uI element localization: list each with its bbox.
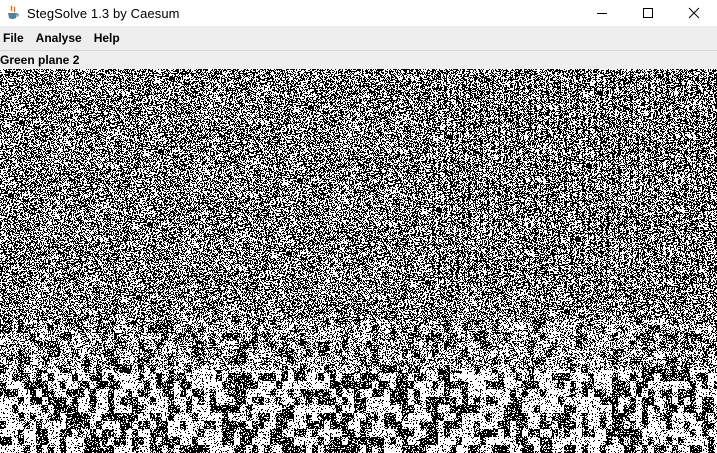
plane-label: Green plane 2 xyxy=(0,53,80,67)
maximize-button[interactable] xyxy=(625,0,671,26)
maximize-icon xyxy=(643,8,653,18)
minimize-button[interactable] xyxy=(579,0,625,26)
menu-file[interactable]: File xyxy=(0,26,30,50)
window-controls xyxy=(579,0,717,26)
menu-help[interactable]: Help xyxy=(91,26,126,50)
menu-separator xyxy=(0,50,717,51)
bit-plane-image xyxy=(0,69,717,453)
java-coffee-icon xyxy=(5,5,21,21)
stegsolve-window: StegSolve 1.3 by Caesum File Analyse Hel… xyxy=(0,0,717,453)
close-icon xyxy=(688,7,700,19)
menu-analyse[interactable]: Analyse xyxy=(33,26,88,50)
window-title: StegSolve 1.3 by Caesum xyxy=(27,5,180,21)
close-button[interactable] xyxy=(671,0,717,26)
title-bar[interactable]: StegSolve 1.3 by Caesum xyxy=(0,0,717,26)
image-viewer[interactable] xyxy=(0,69,717,453)
menu-bar: File Analyse Help xyxy=(0,26,717,50)
minimize-icon xyxy=(597,13,607,14)
